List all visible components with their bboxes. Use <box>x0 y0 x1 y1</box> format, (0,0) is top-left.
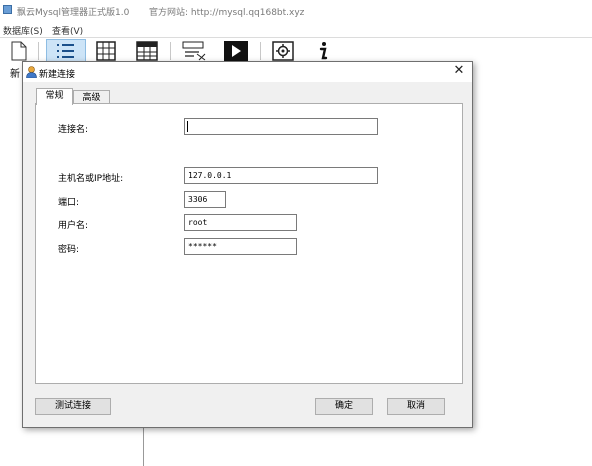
ok-button[interactable]: 确定 <box>315 398 373 415</box>
menubar: 数据库(S) 查看(V) <box>0 22 592 37</box>
toolbar-separator <box>170 42 171 60</box>
list-view-button[interactable] <box>46 39 86 63</box>
dialog-titlebar: 新建连接 ✕ <box>23 62 472 82</box>
dialog-title: 新建连接 <box>39 70 76 80</box>
port-input[interactable]: 3306 <box>184 191 226 208</box>
new-document-icon <box>11 41 27 61</box>
play-icon <box>224 41 248 61</box>
connection-name-input[interactable] <box>184 118 378 135</box>
host-label: 主机名或IP地址: <box>58 174 124 184</box>
user-icon <box>26 66 37 78</box>
username-input[interactable]: root <box>184 214 297 231</box>
sql-editor-icon <box>182 41 206 61</box>
menu-database[interactable]: 数据库(S) <box>3 24 43 37</box>
panel-divider <box>143 428 144 466</box>
table-grid-icon <box>96 41 116 61</box>
run-button[interactable] <box>222 39 250 63</box>
app-title: 飘云Mysql管理器正式版1.0 <box>17 8 130 18</box>
general-tab-panel: 连接名: 主机名或IP地址: 127.0.0.1 端口: 3306 用户名: r… <box>35 103 463 384</box>
host-input[interactable]: 127.0.0.1 <box>184 167 378 184</box>
app-icon <box>3 5 12 14</box>
list-icon <box>57 44 74 58</box>
new-document-button[interactable] <box>5 39 33 63</box>
tab-general[interactable]: 常规 <box>36 88 73 105</box>
settings-icon <box>272 41 294 61</box>
cancel-button[interactable]: 取消 <box>387 398 445 415</box>
sql-editor-button[interactable] <box>180 39 208 63</box>
close-icon[interactable]: ✕ <box>452 64 466 78</box>
test-connection-button[interactable]: 测试连接 <box>35 398 111 415</box>
main-titlebar: 飘云Mysql管理器正式版1.0 官方网站: http://mysql.qq16… <box>0 0 592 20</box>
password-input[interactable]: ****** <box>184 238 297 255</box>
toolbar <box>0 37 592 63</box>
official-site-label: 官方网站: http://mysql.qq168bt.xyz <box>149 8 305 18</box>
info-icon <box>319 42 328 60</box>
table-header-icon <box>136 41 158 61</box>
table-view-button[interactable] <box>92 39 120 63</box>
settings-button[interactable] <box>269 39 297 63</box>
menu-view[interactable]: 查看(V) <box>52 24 83 37</box>
new-connection-dialog: 新建连接 ✕ 常规 高级 连接名: 主机名或IP地址: 127.0.0.1 端口… <box>22 61 473 428</box>
password-label: 密码: <box>58 245 80 255</box>
about-button[interactable] <box>309 39 337 63</box>
toolbar-label-peek: 新 <box>10 69 20 80</box>
username-label: 用户名: <box>58 221 89 231</box>
connection-name-label: 连接名: <box>58 125 89 135</box>
table-design-button[interactable] <box>133 39 161 63</box>
port-label: 端口: <box>58 198 80 208</box>
toolbar-separator <box>38 42 39 60</box>
toolbar-separator <box>260 42 261 60</box>
